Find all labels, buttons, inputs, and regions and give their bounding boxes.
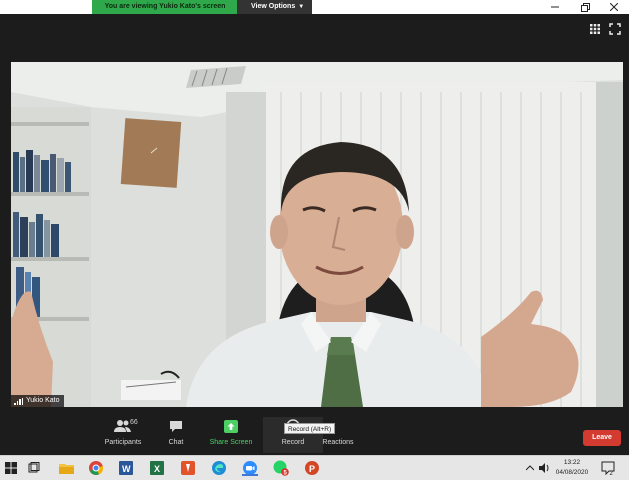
zoom-meeting-window: You are viewing Yukio Kato's screen View… (0, 0, 629, 480)
video-frame-image (11, 62, 623, 407)
zoom-active-indicator (242, 474, 258, 476)
reactions-label: Reactions (322, 439, 354, 446)
excel-icon[interactable]: X (149, 460, 165, 476)
clock-time: 13:22 (563, 459, 581, 466)
title-bar: You are viewing Yukio Kato's screen View… (0, 0, 629, 14)
participants-count: 66 (130, 419, 138, 426)
chat-button[interactable]: Chat (146, 417, 206, 453)
app-orange-icon[interactable] (180, 460, 196, 476)
chrome-icon[interactable] (88, 460, 104, 476)
share-screen-button[interactable]: Share Screen (201, 417, 261, 453)
fullscreen-icon[interactable] (609, 22, 621, 35)
leave-button[interactable]: Leave (583, 430, 621, 446)
clock-date: 04/08/2020 (555, 469, 589, 476)
svg-text:W: W (122, 464, 131, 474)
grid-view-icon[interactable] (589, 22, 601, 34)
restore-icon[interactable] (570, 0, 600, 14)
chat-icon (167, 417, 185, 435)
viewing-screen-text: You are viewing Yukio Kato's screen (92, 0, 237, 14)
windows-start-icon[interactable] (3, 460, 19, 476)
participants-icon: 66 (114, 417, 138, 435)
chat-label: Chat (168, 439, 184, 446)
share-screen-icon (222, 417, 240, 435)
participants-label: Participants (104, 439, 142, 446)
edge-icon[interactable] (211, 460, 227, 476)
close-icon[interactable] (599, 0, 629, 14)
view-options-label: View Options (251, 3, 296, 10)
svg-text:P: P (309, 464, 315, 474)
chevron-up-icon[interactable] (522, 460, 538, 476)
system-clock[interactable]: 13:22 04/08/2020 (552, 458, 592, 478)
view-options-button[interactable]: View Options ▼ (237, 0, 312, 14)
record-label: Record (281, 439, 305, 446)
whatsapp-icon[interactable]: 5 (273, 460, 289, 476)
zoom-icon[interactable] (242, 460, 258, 476)
record-tooltip: Record (Alt+R) (284, 423, 336, 434)
powerpoint-icon[interactable]: P (304, 460, 320, 476)
share-screen-label: Share Screen (209, 439, 253, 446)
volume-icon[interactable] (537, 460, 553, 476)
signal-strength-icon (14, 397, 23, 405)
task-view-icon[interactable] (26, 460, 42, 476)
participant-name: Yukio Kato (26, 397, 60, 404)
notifications-count: 2 (610, 471, 614, 475)
screen-share-banner: You are viewing Yukio Kato's screen View… (92, 0, 312, 14)
participant-name-label: Yukio Kato (11, 395, 65, 407)
svg-text:X: X (154, 464, 160, 474)
participant-video[interactable] (11, 62, 623, 407)
file-explorer-icon[interactable] (58, 460, 74, 476)
participants-button[interactable]: 66 Participants (93, 417, 153, 453)
chevron-down-icon: ▼ (298, 4, 305, 10)
word-icon[interactable]: W (118, 460, 134, 476)
windows-taskbar: W X 5 P 13:22 04/08/2020 2 (0, 455, 629, 480)
minimize-icon[interactable] (540, 0, 570, 14)
notifications-icon[interactable]: 2 (600, 460, 616, 476)
